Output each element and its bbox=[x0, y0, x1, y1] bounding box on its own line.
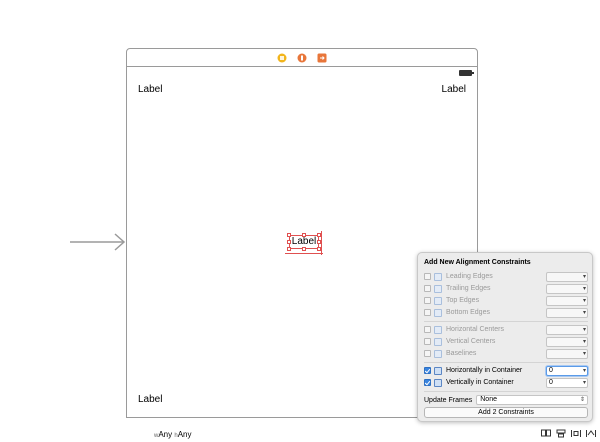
update-frames-label: Update Frames bbox=[424, 396, 473, 404]
divider bbox=[424, 321, 588, 322]
vertically-in-container-label: Vertically in Container bbox=[446, 379, 514, 386]
alignment-guide-vertical bbox=[321, 231, 322, 255]
divider bbox=[424, 362, 588, 363]
add-constraints-button[interactable]: Add 2 Constraints bbox=[424, 407, 588, 418]
top-edges-checkbox[interactable] bbox=[424, 297, 431, 304]
update-frames-value: None bbox=[480, 396, 497, 403]
top-edges-row: Top Edges ▾ bbox=[424, 295, 588, 306]
view-controller-icon[interactable] bbox=[277, 53, 287, 63]
horizontal-centers-offset-field[interactable]: ▾ bbox=[546, 324, 588, 335]
chevron-down-icon[interactable]: ▾ bbox=[583, 338, 586, 346]
align-icon[interactable] bbox=[556, 429, 566, 438]
vertically-in-container-checkbox[interactable] bbox=[424, 379, 431, 386]
alignment-guide-horizontal bbox=[285, 253, 323, 254]
bottom-edges-icon bbox=[434, 308, 442, 317]
chevron-down-icon[interactable]: ▾ bbox=[583, 367, 586, 375]
horizontal-centers-checkbox[interactable] bbox=[424, 326, 431, 333]
leading-edges-row: Leading Edges ▾ bbox=[424, 271, 588, 282]
label-top-right[interactable]: Label bbox=[442, 84, 466, 96]
vertical-centers-row: Vertical Centers ▾ bbox=[424, 336, 588, 347]
baselines-label: Baselines bbox=[446, 350, 477, 357]
bottom-edges-label: Bottom Edges bbox=[446, 309, 490, 316]
alignment-constraints-popover: Add New Alignment Constraints Leading Ed… bbox=[417, 252, 593, 422]
exit-icon[interactable] bbox=[317, 53, 327, 63]
chevron-down-icon[interactable]: ▾ bbox=[583, 350, 586, 358]
trailing-edges-checkbox[interactable] bbox=[424, 285, 431, 292]
popover-title: Add New Alignment Constraints bbox=[424, 259, 531, 266]
resize-handle[interactable] bbox=[287, 247, 291, 251]
horizontally-in-container-offset-field[interactable]: 0 ▾ bbox=[546, 365, 588, 376]
label-center-text: Label bbox=[291, 236, 317, 247]
vertically-in-container-offset-field[interactable]: 0 ▾ bbox=[546, 377, 588, 388]
chevron-down-icon[interactable]: ▾ bbox=[583, 309, 586, 317]
autolayout-toolbar bbox=[541, 429, 596, 438]
leading-edges-label: Leading Edges bbox=[446, 273, 493, 280]
size-class-control[interactable]: wAny hAny bbox=[154, 430, 192, 439]
top-edges-offset-field[interactable]: ▾ bbox=[546, 295, 588, 306]
trailing-edges-offset-field[interactable]: ▾ bbox=[546, 283, 588, 294]
chevron-updown-icon: ⇕ bbox=[579, 397, 585, 403]
scene-dock bbox=[127, 49, 477, 67]
horizontal-centers-row: Horizontal Centers ▾ bbox=[424, 324, 588, 335]
chevron-down-icon[interactable]: ▾ bbox=[583, 285, 586, 293]
label-center-selected[interactable]: Label bbox=[287, 233, 321, 251]
vertical-offset-value: 0 bbox=[549, 378, 553, 386]
leading-edges-offset-field[interactable]: ▾ bbox=[546, 271, 588, 282]
trailing-edges-row: Trailing Edges ▾ bbox=[424, 283, 588, 294]
baselines-row: Baselines ▾ bbox=[424, 348, 588, 359]
vertical-centers-offset-field[interactable]: ▾ bbox=[546, 336, 588, 347]
battery-icon bbox=[459, 70, 474, 76]
bottom-edges-checkbox[interactable] bbox=[424, 309, 431, 316]
baselines-checkbox[interactable] bbox=[424, 350, 431, 357]
vertically-in-container-row: Vertically in Container 0 ▾ bbox=[424, 377, 588, 388]
update-frames-select[interactable]: None ⇕ bbox=[476, 395, 588, 405]
height-class-value: Any bbox=[177, 430, 192, 439]
chevron-down-icon[interactable]: ▾ bbox=[583, 379, 586, 387]
horizontal-centers-label: Horizontal Centers bbox=[446, 326, 504, 333]
resize-handle[interactable] bbox=[302, 247, 306, 251]
chevron-down-icon[interactable]: ▾ bbox=[583, 273, 586, 281]
vertical-centers-label: Vertical Centers bbox=[446, 338, 496, 345]
resize-handle[interactable] bbox=[287, 240, 291, 244]
horizontally-in-container-label: Horizontally in Container bbox=[446, 367, 523, 374]
pin-icon[interactable] bbox=[571, 429, 581, 438]
entry-point-arrow-icon[interactable] bbox=[70, 233, 126, 251]
baselines-offset-field[interactable]: ▾ bbox=[546, 348, 588, 359]
top-edges-label: Top Edges bbox=[446, 297, 480, 304]
leading-edges-checkbox[interactable] bbox=[424, 273, 431, 280]
horizontal-offset-value: 0 bbox=[549, 366, 553, 374]
resolve-issues-icon[interactable] bbox=[586, 429, 596, 438]
width-class-value: Any bbox=[158, 430, 173, 439]
baselines-icon bbox=[434, 349, 442, 358]
chevron-down-icon[interactable]: ▾ bbox=[583, 326, 586, 334]
stack-icon[interactable] bbox=[541, 429, 551, 438]
vertically-in-container-icon bbox=[434, 378, 442, 387]
leading-edges-icon bbox=[434, 272, 442, 281]
vertical-centers-icon bbox=[434, 337, 442, 346]
horizontally-in-container-icon bbox=[434, 366, 442, 375]
label-bottom-left[interactable]: Label bbox=[138, 394, 162, 406]
label-top-left[interactable]: Label bbox=[138, 84, 162, 96]
first-responder-icon[interactable] bbox=[297, 53, 307, 63]
trailing-edges-icon bbox=[434, 284, 442, 293]
resize-handle[interactable] bbox=[287, 233, 291, 237]
horizontally-in-container-checkbox[interactable] bbox=[424, 367, 431, 374]
trailing-edges-label: Trailing Edges bbox=[446, 285, 491, 292]
vertical-centers-checkbox[interactable] bbox=[424, 338, 431, 345]
bottom-edges-row: Bottom Edges ▾ bbox=[424, 307, 588, 318]
horizontal-centers-icon bbox=[434, 325, 442, 334]
divider bbox=[424, 391, 588, 392]
bottom-edges-offset-field[interactable]: ▾ bbox=[546, 307, 588, 318]
top-edges-icon bbox=[434, 296, 442, 305]
resize-handle[interactable] bbox=[302, 233, 306, 237]
chevron-down-icon[interactable]: ▾ bbox=[583, 297, 586, 305]
horizontally-in-container-row: Horizontally in Container 0 ▾ bbox=[424, 365, 588, 376]
update-frames-row: Update Frames None ⇕ bbox=[424, 395, 588, 405]
